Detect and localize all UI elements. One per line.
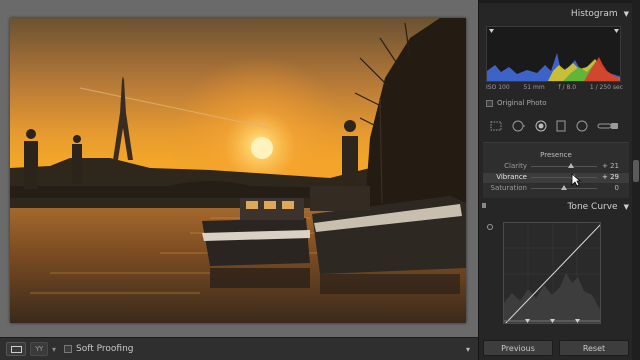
histogram-chart-icon [487, 29, 620, 81]
loupe-view-button[interactable] [6, 342, 26, 356]
adjustment-brush-icon[interactable] [597, 122, 619, 130]
compare-view-button[interactable]: YY [30, 342, 48, 356]
presence-section: Presence Clarity + 21 Vibrance + 29 Satu… [483, 142, 629, 198]
toolbar-content-caret-icon[interactable]: ▾ [466, 345, 470, 354]
sunset-photo-image [10, 18, 466, 323]
red-eye-icon[interactable] [535, 120, 547, 132]
spot-removal-icon[interactable] [511, 120, 526, 132]
focal-length-value: 51 mm [523, 84, 545, 91]
develop-right-panel: Histogram ▼ ISO 100 51 mm f / 8.0 1 / 25… [478, 0, 640, 360]
clarity-slider-track[interactable] [531, 163, 597, 168]
aperture-value: f / 8.0 [558, 84, 577, 91]
view-options-caret-icon[interactable]: ▾ [52, 345, 56, 354]
soft-proofing-label: Soft Proofing [76, 344, 134, 354]
collapse-triangle-icon: ▼ [623, 203, 629, 211]
develop-tool-strip [486, 117, 623, 135]
saturation-slider-track[interactable] [531, 185, 597, 190]
vibrance-value[interactable]: + 29 [595, 173, 619, 181]
soft-proofing-checkbox[interactable] [64, 345, 73, 353]
histogram-graph[interactable] [486, 26, 621, 82]
original-photo-label: Original Photo [497, 99, 547, 107]
targeted-adjustment-icon[interactable] [487, 224, 493, 230]
radial-filter-icon[interactable] [576, 120, 588, 132]
tone-curve-graph[interactable] [503, 222, 601, 324]
collapse-triangle-icon: ▼ [623, 10, 629, 18]
panel-scrollbar[interactable] [632, 0, 640, 360]
crop-icon[interactable] [490, 121, 502, 131]
clarity-value[interactable]: + 21 [595, 162, 619, 170]
original-photo-toggle[interactable]: Original Photo [486, 99, 547, 107]
panel-footer-buttons: Previous Reset [483, 340, 629, 356]
previous-button[interactable]: Previous [483, 340, 553, 356]
histogram-panel-header[interactable]: Histogram ▼ [483, 7, 629, 21]
clarity-slider-row[interactable]: Clarity + 21 [483, 162, 629, 172]
bottom-toolbar: YY ▾ Soft Proofing ▾ [0, 337, 478, 360]
original-photo-checkbox[interactable] [486, 99, 493, 107]
loupe-view-icon [10, 345, 22, 353]
saturation-slider-thumb[interactable] [561, 185, 567, 190]
clarity-slider-thumb[interactable] [567, 163, 574, 168]
photo-canvas-area [0, 0, 478, 337]
photo-preview[interactable] [10, 18, 466, 323]
vibrance-slider-row[interactable]: Vibrance + 29 [483, 173, 629, 187]
saturation-slider-row[interactable]: Saturation 0 [483, 184, 629, 194]
reset-button[interactable]: Reset [559, 340, 629, 356]
tone-curve-chart-icon [504, 223, 600, 323]
tone-curve-title: Tone Curve [567, 202, 618, 212]
saturation-label: Saturation [490, 184, 528, 192]
panel-scroll-thumb[interactable] [633, 160, 639, 182]
graduated-filter-icon[interactable] [556, 120, 566, 132]
shutter-speed-value: 1 / 250 sec [589, 84, 623, 91]
vibrance-slider-track[interactable] [531, 174, 597, 179]
clarity-label: Clarity [504, 162, 527, 170]
tone-curve-panel-header[interactable]: Tone Curve ▼ [483, 200, 629, 214]
presence-title: Presence [540, 151, 572, 159]
histogram-title: Histogram [570, 9, 618, 19]
iso-value: ISO 100 [486, 84, 510, 91]
saturation-value[interactable]: 0 [595, 184, 619, 192]
exif-info-row: ISO 100 51 mm f / 8.0 1 / 250 sec [486, 84, 623, 91]
vibrance-label: Vibrance [496, 173, 527, 181]
panel-top-divider [479, 0, 640, 3]
